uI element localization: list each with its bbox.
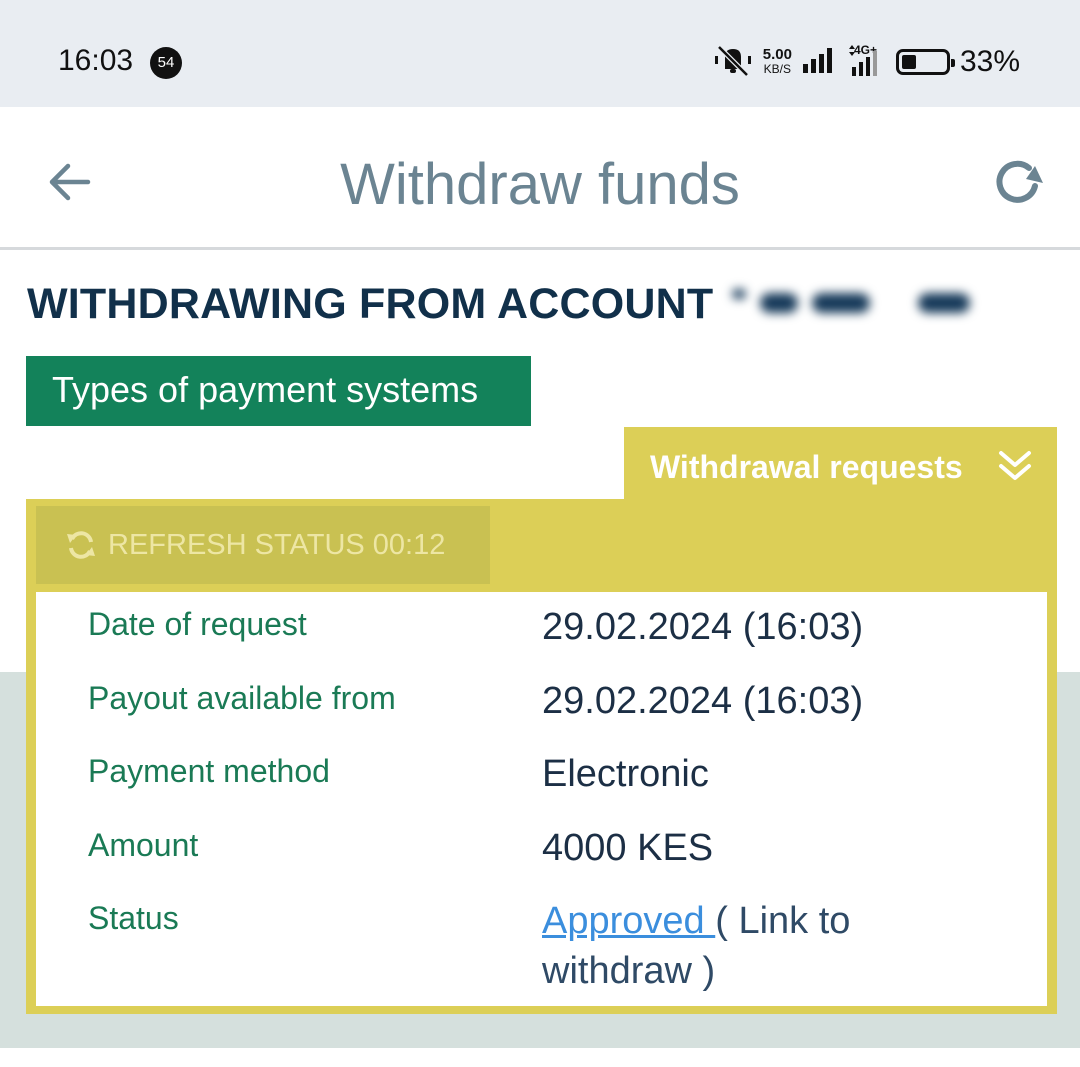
account-heading: WITHDRAWING FROM ACCOUNT — [27, 280, 714, 328]
network-speed-unit: KB/S — [763, 62, 792, 76]
signal-strength-icon — [802, 46, 836, 79]
notification-count-badge: 54 — [150, 47, 182, 79]
status-bar: 16:03 54 5.00 KB/S 4G+ 33% — [0, 0, 1080, 107]
row-value: 29.02.2024 (16:03) — [542, 606, 864, 648]
sync-icon — [67, 531, 95, 559]
row-label: Date of request — [88, 606, 307, 642]
request-details: Date of request 29.02.2024 (16:03) Payou… — [36, 592, 1047, 1006]
page-title: Withdraw funds — [340, 152, 740, 217]
status-icons: 5.00 KB/S 4G+ 33% — [713, 40, 1020, 84]
row-label: Payout available from — [88, 680, 396, 716]
account-number-redacted — [732, 283, 992, 323]
withdrawal-request-panel: REFRESH STATUS 00:12 Date of request 29.… — [26, 499, 1057, 1014]
signal-4g-icon: 4G+ — [846, 43, 886, 79]
mute-icon — [713, 43, 753, 82]
row-label: Payment method — [88, 753, 330, 789]
network-speed: 5.00 KB/S — [762, 46, 792, 76]
approved-link[interactable]: Approved — [542, 900, 715, 942]
row-label: Status — [88, 900, 179, 936]
refresh-status-label: REFRESH STATUS 00:12 — [108, 528, 446, 561]
reload-button[interactable] — [990, 152, 1050, 212]
row-value: 4000 KES — [542, 827, 714, 869]
status-time: 16:03 — [58, 44, 134, 77]
app-header: Withdraw funds — [0, 107, 1080, 250]
status-value: Approved ( Link to withdraw ) — [542, 896, 962, 996]
tab-withdrawal-requests-label: Withdrawal requests — [650, 449, 963, 485]
double-chevron-down-icon — [999, 451, 1031, 480]
row-value: 29.02.2024 (16:03) — [542, 680, 864, 722]
battery-percent: 33% — [959, 45, 1020, 78]
row-value: Electronic — [542, 753, 709, 795]
refresh-status-button[interactable]: REFRESH STATUS 00:12 — [36, 506, 490, 584]
tab-withdrawal-requests[interactable]: Withdrawal requests — [624, 427, 1057, 502]
battery-icon — [895, 49, 955, 75]
row-label: Amount — [88, 827, 199, 863]
reload-icon — [996, 160, 1043, 203]
tab-payment-system-types[interactable]: Types of payment systems — [26, 356, 531, 426]
network-speed-value: 5.00 — [762, 46, 792, 63]
